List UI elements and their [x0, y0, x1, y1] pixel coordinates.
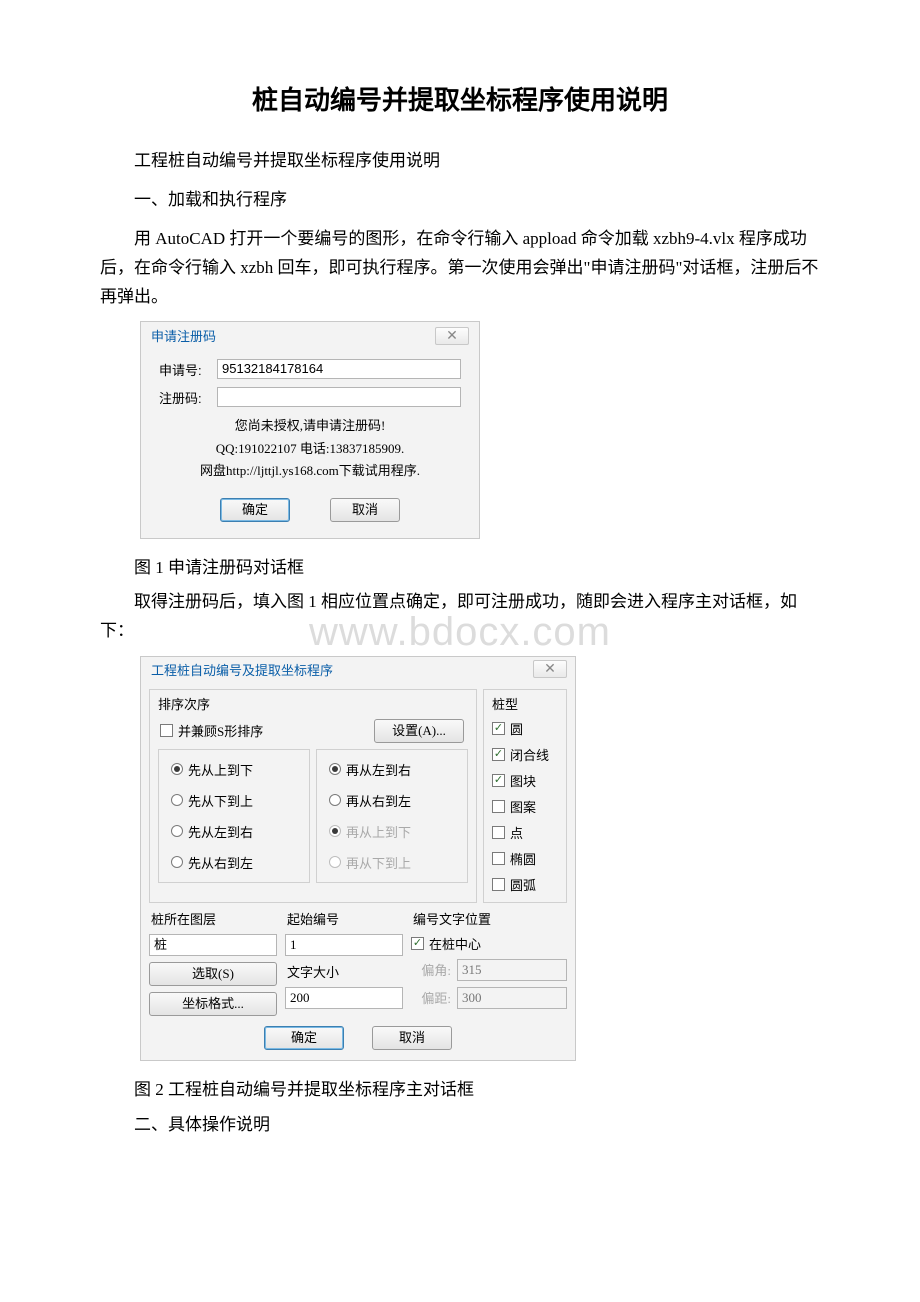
type-polyline[interactable]: 闭合线	[492, 745, 558, 764]
radio-then-left-right[interactable]: 再从左到右	[329, 760, 455, 779]
s-sort-checkbox-row[interactable]: 并兼顾S形排序	[160, 721, 263, 740]
radio-label: 再从下到上	[346, 853, 411, 872]
text-size-input[interactable]: 200	[285, 987, 403, 1009]
radio-right-to-left[interactable]: 先从右到左	[171, 853, 297, 872]
register-msg-1: 您尚未授权,请申请注册码!	[159, 415, 461, 437]
radio-icon[interactable]	[171, 856, 183, 868]
figure-1-caption: 图 1 申请注册码对话框	[100, 553, 820, 578]
pile-type-legend: 桩型	[492, 694, 558, 713]
figure-2-caption: 图 2 工程桩自动编号并提取坐标程序主对话框	[100, 1075, 820, 1100]
register-msg-3: 网盘http://ljttjl.ys168.com下载试用程序.	[159, 460, 461, 482]
type-point[interactable]: 点	[492, 823, 558, 842]
close-icon[interactable]: ✕	[435, 327, 469, 345]
paragraph-intro: 工程桩自动编号并提取坐标程序使用说明	[100, 147, 820, 176]
paragraph-load: 用 AutoCAD 打开一个要编号的图形，在命令行输入 appload 命令加载…	[100, 225, 820, 312]
radio-label: 先从右到左	[188, 853, 253, 872]
radio-bottom-to-top[interactable]: 先从下到上	[171, 791, 297, 810]
s-sort-label: 并兼顾S形排序	[178, 721, 263, 740]
select-layer-button[interactable]: 选取(S)	[149, 962, 277, 986]
check-label: 圆	[510, 719, 523, 738]
center-label: 在桩中心	[429, 934, 481, 953]
check-label: 点	[510, 823, 523, 842]
register-dialog-title: 申请注册码	[151, 326, 216, 345]
type-arc[interactable]: 圆弧	[492, 875, 558, 894]
watermark-text: www.bdocx.com	[309, 610, 611, 655]
checkbox-icon[interactable]	[492, 878, 505, 891]
ok-button[interactable]: 确定	[264, 1026, 344, 1050]
apply-number-label: 申请号:	[159, 360, 217, 379]
main-dialog-title: 工程桩自动编号及提取坐标程序	[151, 660, 333, 679]
radio-label: 再从右到左	[346, 791, 411, 810]
sort-order-legend: 排序次序	[158, 694, 468, 713]
start-number-label: 起始编号	[285, 909, 403, 928]
radio-icon[interactable]	[171, 825, 183, 837]
settings-button[interactable]: 设置(A)...	[374, 719, 464, 743]
checkbox-icon[interactable]	[492, 826, 505, 839]
section-heading-2: 二、具体操作说明	[100, 1110, 820, 1135]
radio-icon[interactable]	[329, 794, 341, 806]
type-ellipse[interactable]: 椭圆	[492, 849, 558, 868]
type-block[interactable]: 图块	[492, 771, 558, 790]
check-label: 图案	[510, 797, 536, 816]
checkbox-icon[interactable]	[492, 852, 505, 865]
radio-label: 先从上到下	[188, 760, 253, 779]
register-code-input[interactable]	[217, 387, 461, 407]
radio-label: 先从左到右	[188, 822, 253, 841]
offset-angle-input: 315	[457, 959, 567, 981]
type-circle[interactable]: 圆	[492, 719, 558, 738]
checkbox-icon[interactable]	[492, 722, 505, 735]
radio-label: 先从下到上	[188, 791, 253, 810]
sort-order-group: 排序次序 并兼顾S形排序 设置(A)... 先从上到下 先从下到上 先从左到右 …	[149, 689, 477, 903]
register-dialog: 申请注册码 ✕ 申请号: 95132184178164 注册码: 您尚未授权,请…	[140, 321, 480, 538]
checkbox-icon[interactable]	[492, 800, 505, 813]
section-heading-1: 一、加载和执行程序	[100, 186, 820, 215]
layer-input[interactable]: 桩	[149, 934, 277, 956]
offset-distance-input: 300	[457, 987, 567, 1009]
cancel-button[interactable]: 取消	[372, 1026, 452, 1050]
radio-icon[interactable]	[329, 763, 341, 775]
check-label: 闭合线	[510, 745, 549, 764]
register-msg-2: QQ:191022107 电话:13837185909.	[159, 438, 461, 460]
checkbox-icon[interactable]	[411, 937, 424, 950]
check-label: 椭圆	[510, 849, 536, 868]
text-size-label: 文字大小	[285, 962, 403, 981]
pile-type-group: 桩型 圆 闭合线 图块 图案 点 椭圆 圆弧	[483, 689, 567, 903]
center-checkbox-row[interactable]: 在桩中心	[411, 934, 567, 953]
offset-distance-label: 偏距:	[411, 988, 451, 1007]
document-title: 桩自动编号并提取坐标程序使用说明	[100, 80, 820, 117]
radio-left-to-right[interactable]: 先从左到右	[171, 822, 297, 841]
radio-icon	[329, 856, 341, 868]
checkbox-icon[interactable]	[492, 774, 505, 787]
checkbox-icon[interactable]	[160, 724, 173, 737]
type-hatch[interactable]: 图案	[492, 797, 558, 816]
check-label: 圆弧	[510, 875, 536, 894]
layer-label: 桩所在图层	[149, 909, 277, 928]
radio-icon	[329, 825, 341, 837]
check-label: 图块	[510, 771, 536, 790]
radio-then-bottom-top: 再从下到上	[329, 853, 455, 872]
cancel-button[interactable]: 取消	[330, 498, 400, 522]
radio-icon[interactable]	[171, 794, 183, 806]
checkbox-icon[interactable]	[492, 748, 505, 761]
start-number-input[interactable]: 1	[285, 934, 403, 956]
radio-then-top-bottom: 再从上到下	[329, 822, 455, 841]
close-icon[interactable]: ✕	[533, 660, 567, 678]
text-position-label: 编号文字位置	[411, 909, 567, 928]
radio-label: 再从上到下	[346, 822, 411, 841]
secondary-sort-column: 再从左到右 再从右到左 再从上到下 再从下到上	[316, 749, 468, 883]
main-dialog: 工程桩自动编号及提取坐标程序 ✕ 排序次序 并兼顾S形排序 设置(A)... 先…	[140, 656, 576, 1061]
apply-number-input[interactable]: 95132184178164	[217, 359, 461, 379]
radio-then-right-left[interactable]: 再从右到左	[329, 791, 455, 810]
primary-sort-column: 先从上到下 先从下到上 先从左到右 先从右到左	[158, 749, 310, 883]
radio-icon[interactable]	[171, 763, 183, 775]
ok-button[interactable]: 确定	[220, 498, 290, 522]
coord-format-button[interactable]: 坐标格式...	[149, 992, 277, 1016]
register-code-label: 注册码:	[159, 388, 217, 407]
offset-angle-label: 偏角:	[411, 960, 451, 979]
radio-top-to-bottom[interactable]: 先从上到下	[171, 760, 297, 779]
radio-label: 再从左到右	[346, 760, 411, 779]
